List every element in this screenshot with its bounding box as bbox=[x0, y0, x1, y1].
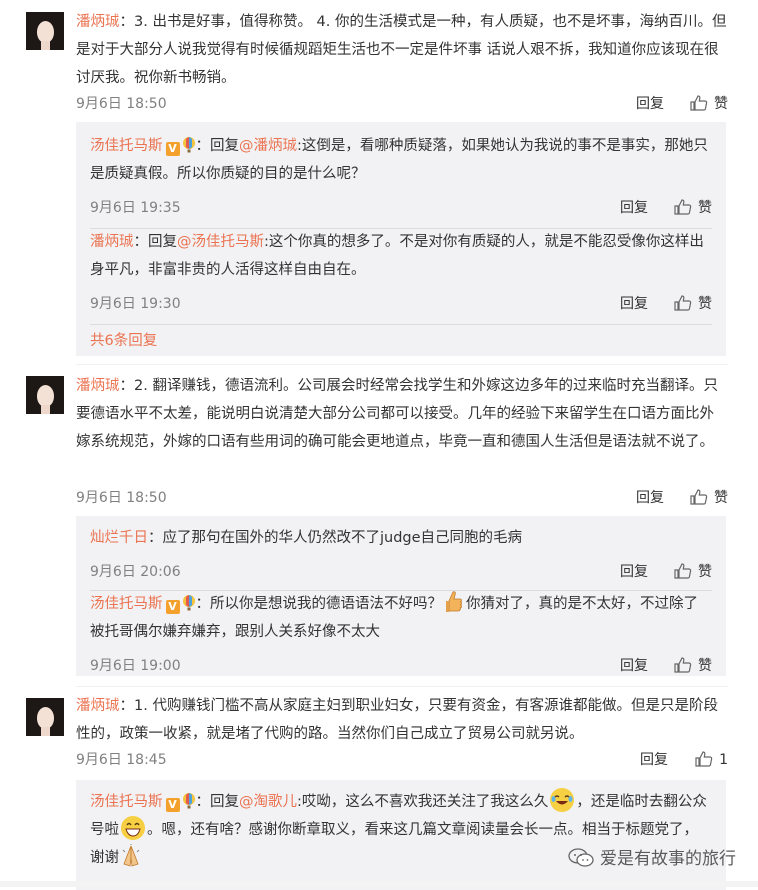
like-button[interactable]: 赞 bbox=[674, 560, 712, 584]
reply-button[interactable]: 回复 bbox=[620, 196, 648, 220]
comment-meta: 9月6日 18:45 回复 1 bbox=[76, 748, 728, 772]
reply-item: 潘炳珹：回复@汤佳托马斯:这个你真的想多了。不是对你有质疑的人，就是不能忍受像你… bbox=[90, 228, 712, 325]
like-button[interactable]: 1 bbox=[695, 748, 728, 772]
timestamp: 9月6日 18:50 bbox=[76, 490, 167, 506]
commenter-name[interactable]: 潘炳珹 bbox=[76, 698, 120, 714]
comment-text: 1. 代购赚钱门槛不高从家庭主妇到职业妇女，只要有资金，有客源谁都能做。但是只是… bbox=[76, 698, 718, 742]
mention-link[interactable]: @潘炳珹 bbox=[239, 138, 297, 154]
reply-item: 灿烂千日：应了那句在国外的华人仍然改不了judge自己同胞的毛病 9月6日 20… bbox=[90, 524, 712, 591]
commenter-name[interactable]: 潘炳珹 bbox=[76, 14, 120, 30]
thumbs-up-emoji-icon bbox=[446, 591, 462, 612]
like-button[interactable]: 赞 bbox=[674, 292, 712, 316]
timestamp: 9月6日 19:30 bbox=[90, 296, 181, 312]
reply-text: 汤佳托马斯 V ：回复@潘炳珹:这倒是，看哪种质疑落，如果她认为我说的事不是事实，那… bbox=[90, 137, 708, 182]
timestamp: 9月6日 18:50 bbox=[76, 96, 167, 112]
like-button[interactable]: 赞 bbox=[690, 92, 728, 116]
verified-badge-icon: V bbox=[165, 798, 180, 812]
laughing-tears-emoji-icon bbox=[550, 788, 575, 812]
verified-badge-icon: V bbox=[165, 142, 180, 156]
comment-meta: 9月6日 18:50 回复 赞 bbox=[76, 92, 728, 116]
mention-link[interactable]: @汤佳托马斯 bbox=[177, 234, 264, 250]
like-button[interactable]: 赞 bbox=[674, 196, 712, 220]
verified-badge-icon: V bbox=[165, 600, 180, 614]
timestamp: 9月6日 19:00 bbox=[90, 658, 181, 674]
replier-name[interactable]: 汤佳托马斯 bbox=[90, 138, 163, 154]
thumbs-up-icon bbox=[690, 489, 708, 505]
like-button[interactable]: 赞 bbox=[690, 486, 728, 510]
reply-meta: 9月6日 19:35 回复 赞 bbox=[90, 196, 712, 220]
footer-band bbox=[0, 881, 758, 887]
thumbs-up-icon bbox=[674, 563, 692, 579]
comment-body: 潘炳珹：2. 翻译赚钱，德语流利。公司展会时经常会找学生和外嫁这边多年的过来临时… bbox=[76, 378, 718, 450]
grinning-emoji-icon bbox=[121, 816, 145, 840]
balloon-badge-icon bbox=[182, 137, 195, 153]
reply-text: 灿烂千日：应了那句在国外的华人仍然改不了judge自己同胞的毛病 bbox=[90, 530, 523, 546]
comment-body: 潘炳珹：1. 代购赚钱门槛不高从家庭主妇到职业妇女，只要有资金，有客源谁都能做。… bbox=[76, 698, 718, 742]
avatar[interactable] bbox=[26, 376, 64, 414]
reply-box: 汤佳托马斯 V ：回复@潘炳珹:这倒是，看哪种质疑落，如果她认为我说的事不是事实，那… bbox=[76, 122, 726, 356]
like-button[interactable]: 赞 bbox=[674, 654, 712, 678]
thumbs-up-icon bbox=[690, 95, 708, 111]
divider bbox=[76, 364, 728, 365]
commenter-name[interactable]: 潘炳珹 bbox=[76, 378, 120, 394]
reply-button[interactable]: 回复 bbox=[636, 486, 664, 510]
more-replies-link[interactable]: 共6条回复 bbox=[90, 333, 157, 349]
reply-item: 汤佳托马斯 V ：所以你是想说我的德语语法不好吗？ 你猜对了，真的是不太好，不过除了被… bbox=[90, 590, 712, 674]
reply-text: 潘炳珹：回复@汤佳托马斯:这个你真的想多了。不是对你有质疑的人，就是不能忍受像你… bbox=[90, 234, 704, 278]
thumbs-up-icon bbox=[695, 751, 713, 767]
replier-name[interactable]: 灿烂千日 bbox=[90, 530, 148, 546]
timestamp: 9月6日 19:35 bbox=[90, 200, 181, 216]
replier-name[interactable]: 汤佳托马斯 bbox=[90, 794, 163, 810]
balloon-badge-icon bbox=[182, 595, 195, 611]
reply-button[interactable]: 回复 bbox=[620, 654, 648, 678]
thumbs-up-icon bbox=[674, 295, 692, 311]
avatar[interactable] bbox=[26, 698, 64, 736]
thumbs-up-icon bbox=[674, 199, 692, 215]
reply-button[interactable]: 回复 bbox=[640, 748, 668, 772]
timestamp: 9月6日 20:06 bbox=[90, 564, 181, 580]
reply-item: 汤佳托马斯 V ：回复@潘炳珹:这倒是，看哪种质疑落，如果她认为我说的事不是事实，那… bbox=[90, 132, 712, 229]
more-replies: 共6条回复 bbox=[90, 329, 712, 353]
reply-meta: 9月6日 20:06 回复 赞 bbox=[90, 560, 712, 584]
avatar[interactable] bbox=[26, 12, 64, 50]
reply-button[interactable]: 回复 bbox=[620, 292, 648, 316]
reply-text: 汤佳托马斯 V ：所以你是想说我的德语语法不好吗？ 你猜对了，真的是不太好，不过除了被… bbox=[90, 590, 712, 646]
replier-name[interactable]: 潘炳珹 bbox=[90, 234, 134, 250]
comment-text: 2. 翻译赚钱，德语流利。公司展会时经常会找学生和外嫁这边多年的过来临时充当翻译… bbox=[76, 378, 718, 450]
watermark: 爱是有故事的旅行 bbox=[568, 844, 736, 869]
reply-box: 汤佳托马斯 V ：回复@淘歌儿:哎呦，这么不喜欢我还关注了我这么久 ，还是临时去翻公众… bbox=[76, 780, 726, 890]
like-count: 1 bbox=[719, 752, 728, 768]
comment-meta: 9月6日 18:50 回复 赞 bbox=[76, 486, 728, 510]
comment-text: 3. 出书是好事，值得称赞。 4. 你的生活模式是一种，有人质疑，也不是坏事，海… bbox=[76, 14, 727, 86]
reply-button[interactable]: 回复 bbox=[636, 92, 664, 116]
pray-emoji-icon bbox=[122, 844, 140, 867]
reply-button[interactable]: 回复 bbox=[620, 560, 648, 584]
reply-box: 灿烂千日：应了那句在国外的华人仍然改不了judge自己同胞的毛病 9月6日 20… bbox=[76, 516, 726, 676]
reply-meta: 9月6日 19:30 回复 赞 bbox=[90, 292, 712, 316]
divider bbox=[76, 686, 728, 687]
wechat-icon bbox=[568, 848, 594, 867]
reply-meta: 9月6日 19:00 回复 赞 bbox=[90, 654, 712, 678]
replier-name[interactable]: 汤佳托马斯 bbox=[90, 596, 163, 612]
divider bbox=[90, 324, 712, 325]
timestamp: 9月6日 18:45 bbox=[76, 752, 167, 768]
comment-body: 潘炳珹：3. 出书是好事，值得称赞。 4. 你的生活模式是一种，有人质疑，也不是… bbox=[76, 14, 727, 86]
thumbs-up-icon bbox=[674, 657, 692, 673]
mention-link[interactable]: @淘歌儿 bbox=[239, 794, 297, 810]
balloon-badge-icon bbox=[182, 793, 195, 809]
